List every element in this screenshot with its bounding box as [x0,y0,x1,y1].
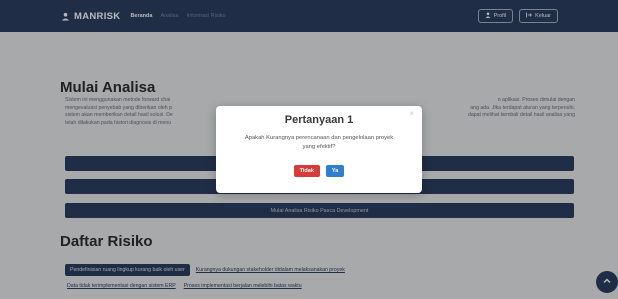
yes-button[interactable]: Ya [325,165,345,177]
no-button[interactable]: Tidak [293,165,320,177]
modal-actions: Tidak Ya [216,165,422,177]
modal-question: Apakah Kurangnya perencanaan dan pengelo… [244,135,394,150]
modal-title: Pertanyaan 1 [284,114,354,126]
question-modal: × Pertanyaan 1 Apakah Kurangnya perencan… [216,106,422,193]
